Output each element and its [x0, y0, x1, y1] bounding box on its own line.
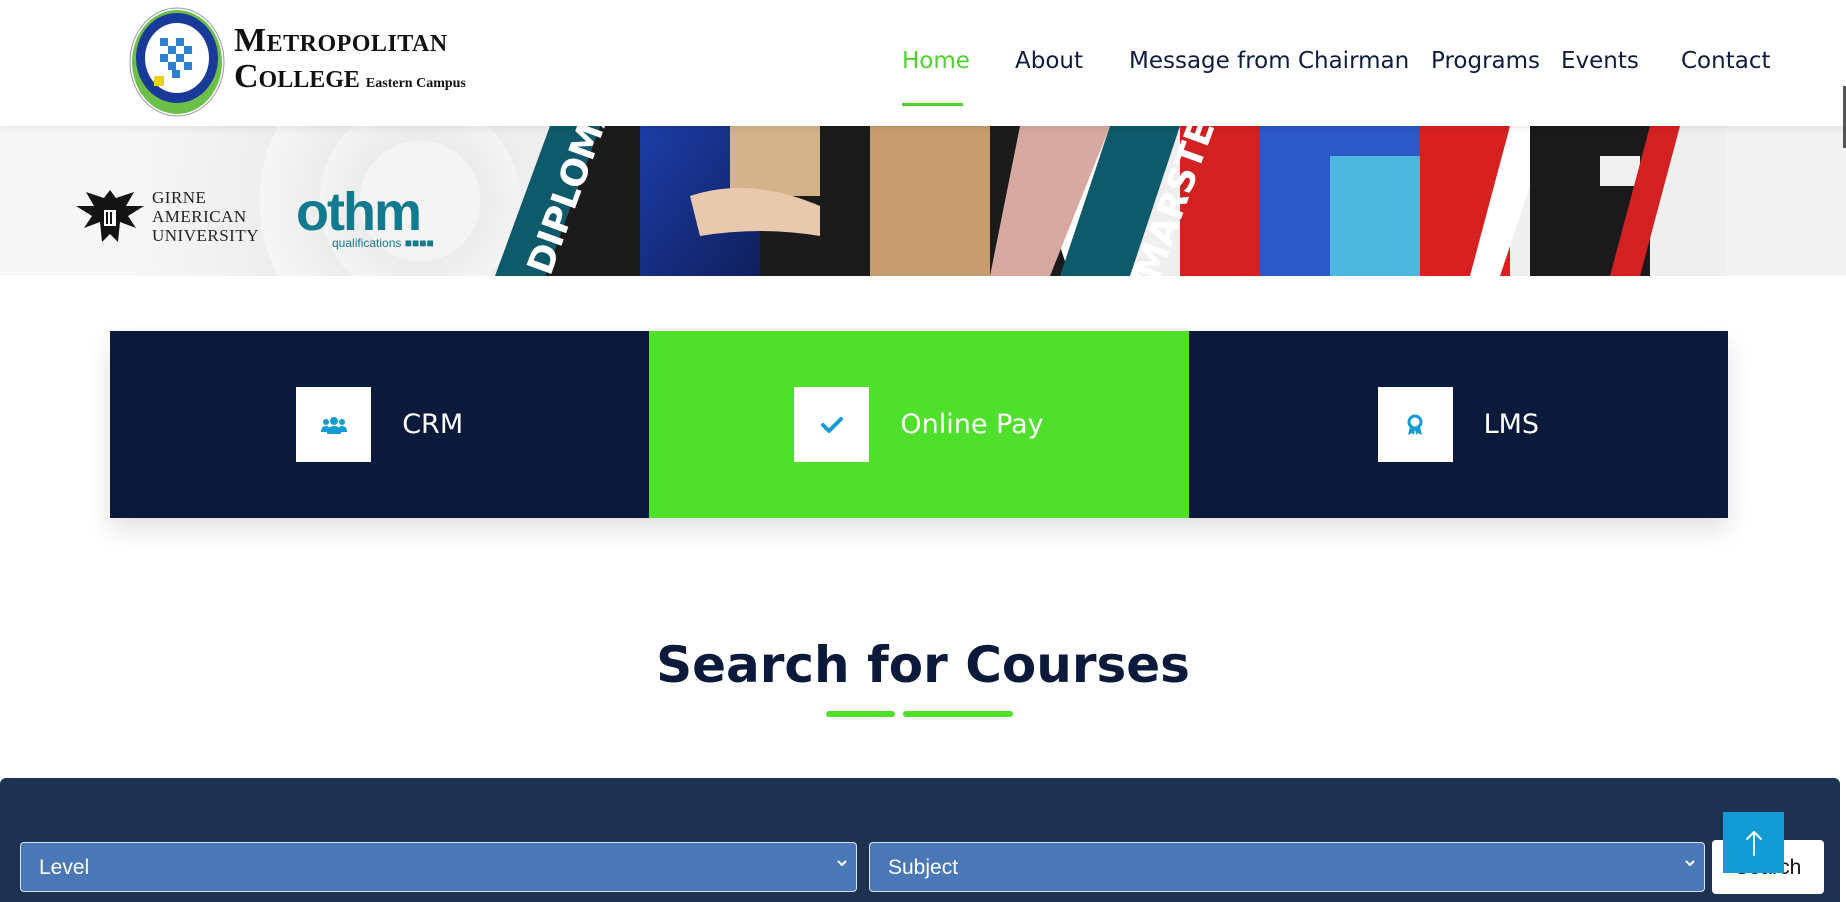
nav-item-about[interactable]: About: [1015, 48, 1083, 74]
award-icon: [1407, 414, 1423, 435]
users-icon: [320, 416, 347, 434]
gau-name: GIRNE AMERICAN UNIVERSITY: [152, 188, 259, 245]
othm-subtitle: qualifications ■■■■: [332, 236, 434, 250]
nav-item-contact[interactable]: Contact: [1681, 48, 1770, 74]
back-to-top-button[interactable]: [1723, 812, 1784, 873]
gau-line3: UNIVERSITY: [152, 225, 259, 245]
active-nav-indicator: [902, 103, 963, 106]
arrow-up-icon: [1745, 830, 1762, 856]
level-select-value: Level: [39, 856, 90, 879]
site-header: Metropolitan College Eastern Campus Home …: [0, 0, 1846, 148]
nav-item-events[interactable]: Events: [1561, 48, 1639, 74]
nav-item-programs[interactable]: Programs: [1431, 48, 1540, 74]
level-select[interactable]: Level: [20, 842, 857, 892]
lms-label: LMS: [1483, 409, 1540, 440]
nav-item-message-from-chairman[interactable]: Message from Chairman: [1129, 48, 1409, 74]
crm-label: CRM: [402, 409, 464, 440]
girne-american-university-logo: GIRNE AMERICAN UNIVERSITY: [74, 184, 259, 248]
chevron-down-icon: [837, 860, 847, 867]
title-underline-short: [826, 711, 895, 717]
othm-logo: othm qualifications ■■■■: [296, 182, 434, 250]
othm-wordmark: othm: [296, 182, 422, 242]
gau-line1: GIRNE: [152, 187, 207, 207]
check-icon: [820, 416, 843, 433]
lms-card[interactable]: LMS: [1188, 331, 1728, 518]
banner-right-edge: [1726, 126, 1846, 276]
othm-subtitle-text: qualifications: [332, 236, 402, 250]
main-nav: Home About Message from Chairman Program…: [0, 0, 1846, 126]
lms-icon-box: [1377, 387, 1453, 462]
subject-select[interactable]: Subject: [869, 842, 1705, 892]
online-pay-label: Online Pay: [900, 409, 1044, 440]
service-cards: CRM Online Pay LMS: [110, 331, 1728, 518]
hero-banner: GIRNE AMERICAN UNIVERSITY othm qualifica…: [0, 126, 1846, 276]
eagle-icon: [76, 190, 144, 242]
title-underline-long: [903, 711, 1013, 717]
gau-line2: AMERICAN: [152, 206, 247, 226]
online-pay-card[interactable]: Online Pay: [649, 331, 1189, 518]
subject-select-value: Subject: [888, 856, 959, 879]
crm-icon-box: [296, 387, 372, 462]
search-courses-title: Search for Courses: [656, 636, 1190, 694]
online-pay-icon-box: [794, 387, 870, 462]
chevron-down-icon: [1685, 860, 1695, 867]
nav-item-home[interactable]: Home: [902, 48, 970, 74]
crm-card[interactable]: CRM: [110, 331, 650, 518]
